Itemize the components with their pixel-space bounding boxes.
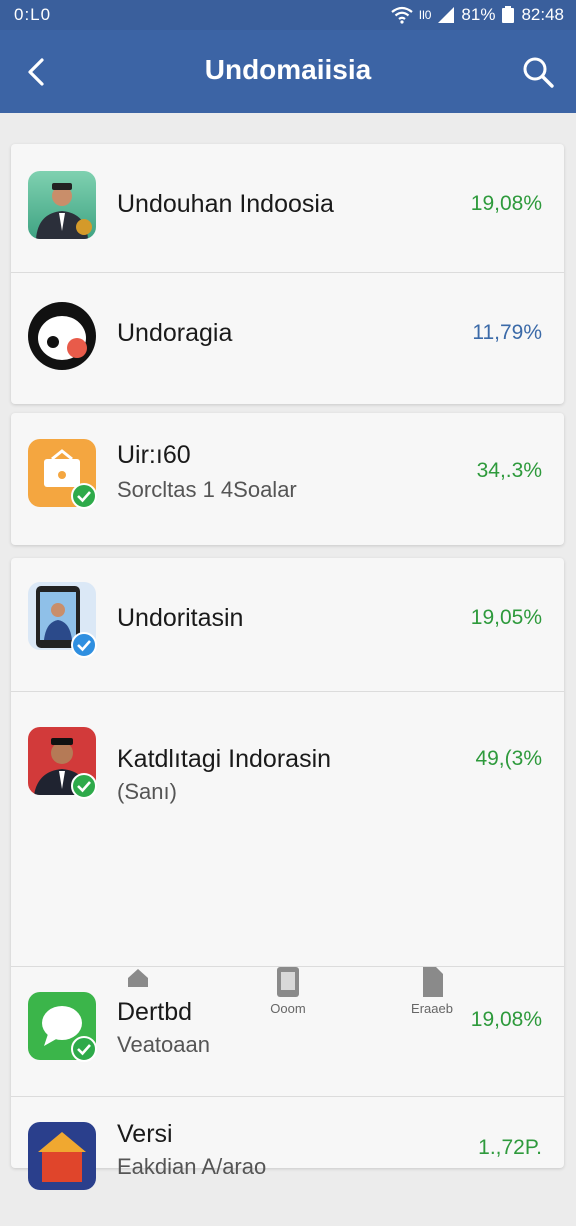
- list-item[interactable]: Versi Eakdian A/arao 1.,72P.: [11, 1098, 564, 1226]
- signal-text: Il0: [418, 8, 432, 22]
- check-badge-icon: [71, 1036, 97, 1062]
- list-card: Undouhan Indoosia 19,08% Undoragia 11,79…: [11, 144, 564, 404]
- item-percent: 49,(3%: [475, 747, 542, 770]
- item-subtitle: Sorcltas 1 4Soalar: [117, 477, 297, 502]
- status-bar: 0:L0 Il0 81% 82:48: [0, 0, 576, 30]
- item-name: Undoragia: [117, 319, 233, 347]
- search-button[interactable]: [520, 54, 556, 90]
- list-card: Uir:ı60 Sorcltas 1 4Soalar 34,.3%: [11, 413, 564, 545]
- battery-icon: [501, 6, 515, 24]
- nav-item-center[interactable]: Ooom: [248, 966, 328, 1016]
- list-item[interactable]: Undouhan Indoosia 19,08%: [11, 144, 564, 272]
- item-percent: 19,08%: [470, 192, 542, 215]
- item-percent: 34,.3%: [476, 459, 542, 482]
- search-icon: [523, 57, 554, 88]
- item-name: Undouhan Indoosia: [117, 190, 334, 218]
- check-badge-icon: [71, 773, 97, 799]
- tablet-icon: [277, 967, 299, 997]
- bottom-nav: Ooom Eraaeb: [0, 960, 576, 1024]
- check-badge-icon: [71, 632, 97, 658]
- list-item[interactable]: Undoragia 11,79%: [11, 273, 564, 401]
- item-name: Uir:ı60: [117, 441, 191, 469]
- list-item[interactable]: Katdlıtagi Indorasin (Sanı) 49,(3%: [11, 691, 564, 819]
- item-percent: 19,05%: [470, 606, 542, 629]
- status-time: 82:48: [521, 5, 564, 24]
- app-icon: [28, 171, 96, 239]
- signal-icon: [437, 6, 455, 24]
- item-subtitle: Eakdian A/arao: [117, 1154, 267, 1179]
- nav-item-right[interactable]: Eraaeb: [392, 966, 472, 1016]
- list-item[interactable]: Uir:ı60 Sorcltas 1 4Soalar 34,.3%: [11, 413, 564, 541]
- check-badge-icon: [71, 483, 97, 509]
- nav-label-center: Ooom: [270, 1001, 306, 1016]
- nav-item-home[interactable]: [98, 966, 178, 991]
- item-name: Versi: [117, 1120, 173, 1148]
- item-name: Katdlıtagi Indorasin: [117, 745, 332, 773]
- home-icon: [128, 969, 148, 987]
- item-percent: 1.,72P.: [478, 1136, 542, 1159]
- app-bar: Undomaiisia: [0, 30, 576, 113]
- battery-percent: 81%: [461, 5, 496, 24]
- item-subtitle: (Sanı): [117, 779, 177, 804]
- list-card: Undoritasin 19,05% Katdlıtagi Indorasin …: [11, 558, 564, 1190]
- app-icon: [28, 302, 96, 370]
- nav-label-right: Eraaeb: [411, 1001, 453, 1016]
- wifi-icon: [391, 6, 413, 24]
- app-icon: [28, 1122, 96, 1190]
- item-subtitle: Veatoaan: [117, 1032, 210, 1057]
- item-percent: 11,79%: [472, 321, 542, 344]
- list-item[interactable]: Undoritasin 19,05%: [11, 558, 564, 686]
- item-name: Undoritasin: [117, 604, 244, 632]
- page-title: Undomaiisia: [204, 54, 372, 85]
- divider: [11, 1096, 564, 1097]
- file-icon: [423, 967, 443, 997]
- status-left-text: 0:L0: [14, 5, 52, 24]
